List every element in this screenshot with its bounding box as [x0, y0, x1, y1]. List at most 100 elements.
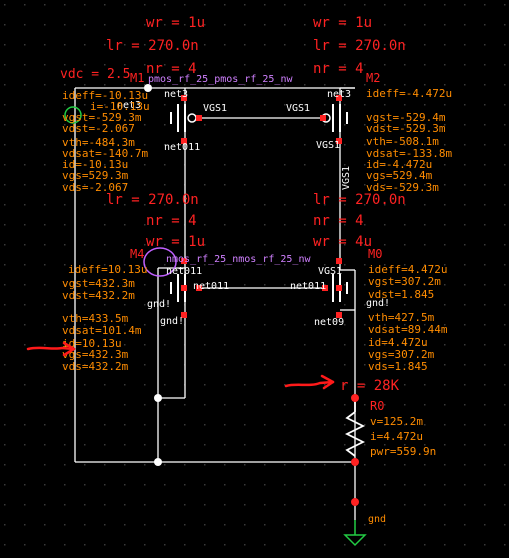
r0-op-i: i=4.472u	[370, 430, 423, 443]
grid-dot	[4, 324, 6, 326]
grid-dot	[484, 324, 486, 326]
grid-dot	[44, 404, 46, 406]
grid-dot	[224, 464, 226, 466]
grid-dot	[364, 504, 366, 506]
grid-dot	[244, 184, 246, 186]
m1-param-lr[interactable]: lr = 270.0n	[106, 38, 199, 54]
grid-dot	[24, 324, 26, 326]
grid-dot	[4, 264, 6, 266]
grid-dot	[464, 484, 466, 486]
grid-dot	[444, 184, 446, 186]
grid-dot	[64, 204, 66, 206]
grid-dot	[224, 184, 226, 186]
grid-dot	[384, 504, 386, 506]
m0-param-nr[interactable]: nr = 4	[313, 213, 364, 229]
grid-dot	[404, 544, 406, 546]
grid-dot	[144, 404, 146, 406]
grid-dot	[204, 364, 206, 366]
grid-dot	[424, 304, 426, 306]
grid-dot	[304, 244, 306, 246]
m0-param-lr[interactable]: lr = 270.0n	[313, 192, 406, 208]
grid-dot	[64, 404, 66, 406]
grid-dot	[224, 344, 226, 346]
grid-dot	[124, 484, 126, 486]
grid-dot	[364, 104, 366, 106]
m1-param-wr[interactable]: wr = 1u	[146, 15, 205, 31]
grid-dot	[244, 444, 246, 446]
grid-dot	[444, 44, 446, 46]
m2-param-nr[interactable]: nr = 4	[313, 61, 364, 77]
m2-param-lr[interactable]: lr = 270.0n	[313, 38, 406, 54]
m4-param-lr[interactable]: lr = 270.0n	[106, 192, 199, 208]
grid-dot	[324, 384, 326, 386]
m1-symbol[interactable]	[170, 104, 197, 132]
grid-dot	[324, 484, 326, 486]
m0-instance-name[interactable]: M0	[368, 247, 382, 261]
vdc-label[interactable]: vdc = 2.5	[60, 67, 130, 82]
grid-dot	[164, 484, 166, 486]
grid-dot	[484, 284, 486, 286]
m4-param-nr[interactable]: nr = 4	[146, 213, 197, 229]
r0-param-r[interactable]: r = 28K	[340, 378, 400, 394]
schematic-canvas[interactable]: vdc = 2.5 wr = 1u lr = 270.0n nr = 4 pmo…	[0, 0, 509, 558]
grid-dot	[464, 4, 466, 6]
m1-instance-name[interactable]: M1	[130, 71, 144, 85]
m2-instance-name[interactable]: M2	[366, 71, 380, 85]
grid-dot	[104, 464, 106, 466]
grid-dot	[304, 204, 306, 206]
grid-dot	[504, 544, 506, 546]
m2-param-wr[interactable]: wr = 1u	[313, 15, 372, 31]
grid-dot	[204, 44, 206, 46]
grid-dot	[4, 124, 6, 126]
grid-dot	[484, 124, 486, 126]
m0-pin-drain: net011	[290, 281, 326, 292]
ground-symbol	[343, 520, 367, 547]
m4-instance-name[interactable]: M4	[130, 247, 144, 261]
grid-dot	[4, 344, 6, 346]
grid-dot	[264, 484, 266, 486]
grid-dot	[224, 364, 226, 366]
grid-dot	[304, 424, 306, 426]
grid-dot	[364, 424, 366, 426]
grid-dot	[324, 84, 326, 86]
m0-pin-gate: VGS1	[318, 266, 342, 277]
grid-dot	[64, 4, 66, 6]
grid-dot	[464, 344, 466, 346]
grid-dot	[504, 4, 506, 6]
grid-dot	[484, 64, 486, 66]
grid-dot	[324, 184, 326, 186]
grid-dot	[124, 444, 126, 446]
grid-dot	[424, 504, 426, 506]
grid-dot	[44, 4, 46, 6]
grid-dot	[424, 204, 426, 206]
m0-op-vgst: vgst=307.2m	[368, 275, 441, 288]
grid-dot	[484, 84, 486, 86]
grid-dot	[264, 524, 266, 526]
m1-model-name[interactable]: pmos_rf_25_pmos_rf_25_nw	[148, 74, 293, 85]
grid-dot	[444, 404, 446, 406]
m0-param-wr[interactable]: wr = 4u	[313, 234, 372, 250]
grid-dot	[504, 144, 506, 146]
r0-instance-name[interactable]: R0	[370, 399, 384, 413]
grid-dot	[44, 264, 46, 266]
grid-dot	[284, 44, 286, 46]
grid-dot	[104, 24, 106, 26]
m4-param-wr[interactable]: wr = 1u	[146, 234, 205, 250]
grid-dot	[244, 224, 246, 226]
grid-dot	[244, 464, 246, 466]
grid-dot	[404, 64, 406, 66]
grid-dot	[264, 404, 266, 406]
m2-op-ideff: ideff=-4.472u	[366, 87, 452, 100]
m4-pin-drain: net011	[166, 266, 202, 277]
grid-dot	[124, 544, 126, 546]
grid-dot	[504, 444, 506, 446]
grid-dot	[44, 504, 46, 506]
grid-dot	[464, 464, 466, 466]
grid-dot	[224, 44, 226, 46]
grid-dot	[504, 264, 506, 266]
grid-dot	[44, 464, 46, 466]
m4-model-name[interactable]: nmos_rf_25_nmos_rf_25_nw	[166, 254, 311, 265]
grid-dot	[344, 264, 346, 266]
grid-dot	[304, 144, 306, 146]
grid-dot	[4, 64, 6, 66]
